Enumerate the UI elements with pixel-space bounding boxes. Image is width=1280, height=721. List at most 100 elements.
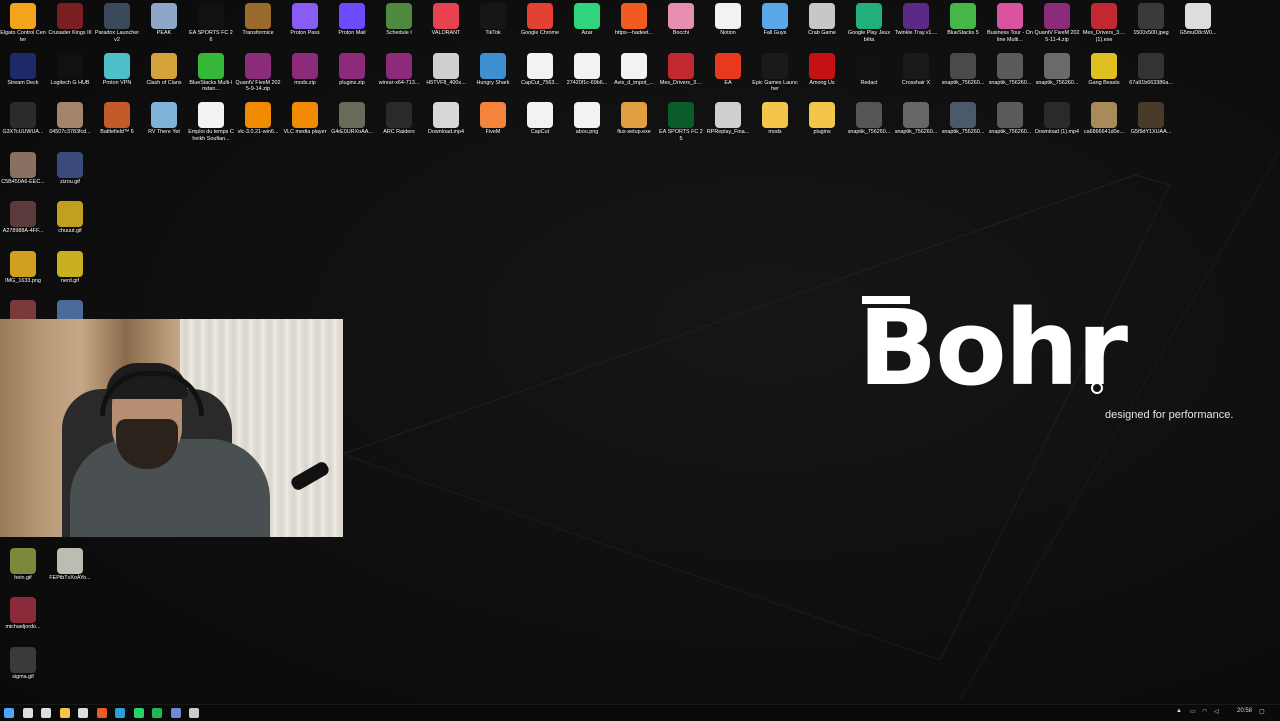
desktop-icon[interactable]: snaptik_756260... — [846, 99, 892, 147]
desktop-icon[interactable]: Mes_Drivers_3.... (1).exe — [1081, 0, 1127, 48]
desktop-icon[interactable]: Download.mp4 — [423, 99, 469, 147]
desktop-icon[interactable]: Logitech G HUB — [47, 50, 93, 98]
desktop-icon[interactable]: 04507c3783fcd... — [47, 99, 93, 147]
desktop-icon[interactable]: chuuut.gif — [47, 198, 93, 246]
desktop-icon[interactable]: plugins — [799, 99, 845, 147]
desktop-icon[interactable]: G5f9dY1XUAA... — [1128, 99, 1174, 147]
desktop-icon[interactable]: snaptik_756260... — [940, 99, 986, 147]
desktop-icon[interactable]: Notion — [705, 0, 751, 48]
desktop-icon[interactable]: abou.png — [564, 99, 610, 147]
desktop-icon[interactable]: Business Tour - Online Multi... — [987, 0, 1033, 48]
desktop-icon[interactable]: Download (1).mp4 — [1034, 99, 1080, 147]
desktop-icon[interactable]: ca6866641d0e... — [1081, 99, 1127, 147]
desktop-icon[interactable]: FiveM — [470, 99, 516, 147]
desktop-icon[interactable]: Google Chrome — [517, 0, 563, 48]
desktop-icon[interactable]: EA SPORTS FC 25 — [658, 99, 704, 147]
desktop-icon[interactable]: Clash of Clans — [141, 50, 187, 98]
tray-volume-icon[interactable]: ◁ — [1214, 708, 1219, 715]
desktop-icon[interactable]: mods.zip — [282, 50, 328, 98]
desktop-icon[interactable]: Transformice — [235, 0, 281, 48]
desktop-icon[interactable]: QuantV FiveM 2025-9-14.zip — [235, 50, 281, 98]
desktop-icon[interactable]: Crusader Kings III — [47, 0, 93, 48]
desktop-icon[interactable]: Mes_Drivers_3.... — [658, 50, 704, 98]
edge-icon[interactable] — [115, 708, 125, 718]
desktop-icon[interactable]: Proton Mail — [329, 0, 375, 48]
desktop-icon[interactable]: Battlefield™ 6 — [94, 99, 140, 147]
desktop-icon[interactable]: Proton VPN — [94, 50, 140, 98]
desktop-icon[interactable]: plugins.zip — [329, 50, 375, 98]
discord-icon[interactable] — [170, 708, 181, 718]
taskbar-clock[interactable]: 20:58 — [1237, 708, 1252, 714]
desktop-icon[interactable]: 1500x500.jpeg — [1128, 0, 1174, 48]
desktop-icon[interactable]: Gang Beasts — [1081, 50, 1127, 98]
store-icon[interactable] — [78, 708, 88, 718]
desktop-icon[interactable]: BlueStacks Multi-Instan... — [188, 50, 234, 98]
desktop-icon[interactable]: FEPtbTvXoAYo... — [47, 545, 93, 593]
desktop-icon[interactable]: Elgato Control Center — [0, 0, 46, 48]
desktop-icon[interactable]: G4rE0URXoAA... — [329, 99, 375, 147]
desktop-icon[interactable]: Google Play Jeux bêta — [846, 0, 892, 48]
desktop-icon[interactable]: vlc-3.0.21-win6... — [235, 99, 281, 147]
desktop-icon[interactable]: G3XTcUUWUA... — [0, 99, 46, 147]
desktop-icon[interactable]: CapCut_7563... — [517, 50, 563, 98]
desktop-icon[interactable]: CapCut — [517, 99, 563, 147]
desktop-icon[interactable]: VALORANT — [423, 0, 469, 48]
desktop-icon[interactable]: Proton Pass — [282, 0, 328, 48]
windows-start-icon[interactable] — [4, 708, 14, 718]
file-explorer-icon[interactable] — [59, 708, 70, 718]
desktop-icon[interactable]: Avis_d_impot_... — [611, 50, 657, 98]
notifications-icon[interactable]: ▢ — [1259, 708, 1265, 715]
desktop-icon[interactable]: Azar — [564, 0, 610, 48]
desktop-icon[interactable]: Redact — [846, 50, 892, 98]
desktop-icon[interactable]: Fall Guys — [752, 0, 798, 48]
desktop-icon[interactable]: IMG_1633.png — [0, 248, 46, 296]
desktop-icon[interactable]: RV There Yet — [141, 99, 187, 147]
desktop-icon[interactable]: EA — [705, 50, 751, 98]
desktop-icon[interactable]: QuantV FiveM 2025-11-4.zip — [1034, 0, 1080, 48]
desktop-icon[interactable]: TikTok — [470, 0, 516, 48]
desktop-icon[interactable]: flux-setup.exe — [611, 99, 657, 147]
desktop-icon[interactable]: C5B450A6-EEC... — [0, 149, 46, 197]
desktop-icon[interactable]: zizou.gif — [47, 149, 93, 197]
desktop-icon[interactable]: Stream Deck — [0, 50, 46, 98]
desktop-icon[interactable]: A278988A-4FF... — [0, 198, 46, 246]
desktop-icon[interactable]: nerd.gif — [47, 248, 93, 296]
desktop-icon[interactable]: Among Us — [799, 50, 845, 98]
desktop-icon[interactable]: VLC media player — [282, 99, 328, 147]
desktop-icon[interactable]: snaptik_756260... — [987, 50, 1033, 98]
desktop-icon[interactable]: Crab Game — [799, 0, 845, 48]
desktop-icon[interactable]: Emploi du temps Cheikh Soufian... — [188, 99, 234, 147]
whatsapp-icon[interactable] — [133, 708, 144, 718]
desktop-icon[interactable]: BlueStacks 5 — [940, 0, 986, 48]
desktop-icon[interactable]: Twinkle.Tray.v1.... — [893, 0, 939, 48]
desktop-icon[interactable]: G5muD8cW0... — [1175, 0, 1221, 48]
desktop-icon[interactable]: Bocchi — [658, 0, 704, 48]
desktop-icon[interactable]: PEAK — [141, 0, 187, 48]
spotify-icon[interactable] — [152, 708, 162, 718]
desktop-icon[interactable]: Schedule I — [376, 0, 422, 48]
desktop-icon[interactable]: 27420f1c-69b6... — [564, 50, 610, 98]
desktop-icon[interactable]: Crosshair X — [893, 50, 939, 98]
tray-chevron-icon[interactable]: ▲ — [1176, 708, 1182, 714]
desktop-icon[interactable]: Paradox Launcher v2 — [94, 0, 140, 48]
desktop-icon[interactable]: snaptik_756260... — [987, 99, 1033, 147]
desktop-icon[interactable]: https---hadeet... — [611, 0, 657, 48]
desktop-icon[interactable]: winrar-x64-713... — [376, 50, 422, 98]
desktop-icon[interactable]: mods — [752, 99, 798, 147]
desktop-icon[interactable]: Hungry Shark — [470, 50, 516, 98]
search-icon[interactable] — [22, 708, 33, 718]
desktop-icon[interactable]: snaptik_756260... — [893, 99, 939, 147]
desktop-icon[interactable]: sigma.gif — [0, 644, 46, 692]
desktop-icon[interactable]: snaptik_756260... — [940, 50, 986, 98]
tray-wifi-icon[interactable]: ◠ — [1202, 708, 1207, 715]
desktop-icon[interactable]: RPReplay_Fina... — [705, 99, 751, 147]
desktop-icon[interactable]: snaptik_756260... — [1034, 50, 1080, 98]
task-view-icon[interactable] — [41, 708, 51, 718]
brave-icon[interactable] — [96, 708, 107, 718]
desktop-icon[interactable]: H5TVF8_400x... — [423, 50, 469, 98]
tray-network-icon[interactable]: ▭ — [1190, 708, 1196, 715]
desktop-icon[interactable]: EA SPORTS FC 26 — [188, 0, 234, 48]
obs-icon[interactable] — [189, 708, 199, 718]
desktop-icon[interactable]: ARC Raiders — [376, 99, 422, 147]
desktop-icon[interactable]: michaeljordo... — [0, 594, 46, 642]
